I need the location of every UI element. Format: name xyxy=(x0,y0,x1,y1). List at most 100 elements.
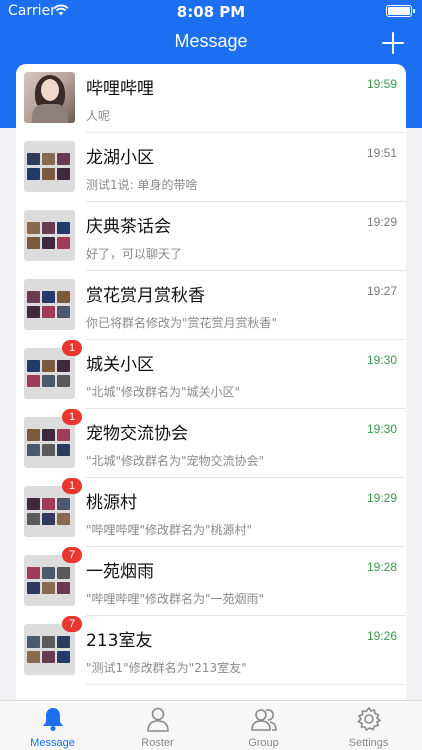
avatar-tile xyxy=(27,498,40,510)
last-message: 测试1说: 单身的带啥 xyxy=(86,178,198,192)
avatar-grid xyxy=(27,283,72,326)
avatar-tile xyxy=(57,306,70,318)
unread-badge: 7 xyxy=(62,616,82,632)
avatar-tile xyxy=(57,168,70,180)
avatar-tile xyxy=(42,360,55,372)
avatar-tile xyxy=(27,222,40,234)
avatar-grid xyxy=(27,421,72,464)
avatar-tile xyxy=(42,567,55,579)
tab-label: Message xyxy=(30,737,75,749)
avatar-tile xyxy=(27,168,40,180)
avatar-tile xyxy=(42,429,55,441)
avatar-tile xyxy=(57,222,70,234)
conversation-name: 一苑烟雨 xyxy=(86,562,154,582)
avatar-tile xyxy=(42,222,55,234)
unread-badge: 1 xyxy=(62,478,82,494)
group-avatar xyxy=(24,210,75,261)
avatar-grid xyxy=(27,145,72,188)
avatar-tile xyxy=(57,237,70,249)
tab-settings[interactable]: Settings xyxy=(316,701,421,750)
last-message: 人呢 xyxy=(86,109,111,123)
avatar-tile xyxy=(57,513,70,525)
avatar-tile xyxy=(57,429,70,441)
avatar-tile xyxy=(27,375,40,387)
unread-badge: 1 xyxy=(62,340,82,356)
conversation-row[interactable]: 1 桃源村 "哔哩哔哩"修改群名为"桃源村" 19:29 xyxy=(16,478,406,547)
unread-badge: 7 xyxy=(62,547,82,563)
conversation-name: 213室友 xyxy=(86,631,153,651)
tab-bar: Message Roster Group Settings xyxy=(0,700,422,750)
avatar-tile xyxy=(57,651,70,663)
add-icon[interactable] xyxy=(382,32,404,54)
conversation-name: 桃源村 xyxy=(86,493,137,513)
avatar-tile xyxy=(27,153,40,165)
avatar-grid xyxy=(27,352,72,395)
last-message: 你已将群名修改为"赏花赏月赏秋香" xyxy=(86,316,278,330)
avatar-tile xyxy=(27,444,40,456)
conversation-row[interactable]: 庆典茶话会 好了，可以聊天了 19:29 xyxy=(16,202,406,271)
user-avatar xyxy=(24,72,75,123)
avatar-tile xyxy=(57,582,70,594)
tab-message[interactable]: Message xyxy=(0,701,105,750)
avatar-tile xyxy=(42,237,55,249)
conversation-row[interactable]: 1 城关小区 "北城"修改群名为"城关小区" 19:30 xyxy=(16,340,406,409)
avatar-tile xyxy=(42,636,55,648)
conversation-name: 赏花赏月赏秋香 xyxy=(86,286,205,306)
conversation-name: 龙湖小区 xyxy=(86,148,154,168)
avatar-grid xyxy=(27,214,72,257)
avatar-tile xyxy=(42,306,55,318)
message-time: 19:51 xyxy=(366,146,397,160)
last-message: "测试1"修改群名为"213室友" xyxy=(86,661,247,675)
avatar-tile xyxy=(27,360,40,372)
avatar-tile xyxy=(27,513,40,525)
person-icon xyxy=(147,707,169,732)
tab-roster[interactable]: Roster xyxy=(105,701,210,750)
message-time: 19:30 xyxy=(366,353,397,367)
avatar-tile xyxy=(42,375,55,387)
avatar-tile xyxy=(57,375,70,387)
avatar-body xyxy=(32,104,68,123)
last-message: 好了，可以聊天了 xyxy=(86,247,183,261)
group-avatar xyxy=(24,279,75,330)
avatar-tile xyxy=(57,498,70,510)
avatar-tile xyxy=(42,651,55,663)
avatar-tile xyxy=(57,360,70,372)
conversation-row[interactable]: 龙湖小区测试1说: 单身的带啥 19:51 xyxy=(16,133,406,202)
conversation-row[interactable]: 1 宠物交流协会 "北城"修改群名为"宠物交流协会" 19:30 xyxy=(16,409,406,478)
tab-group[interactable]: Group xyxy=(211,701,316,750)
message-time: 19:59 xyxy=(366,77,397,91)
conversation-row[interactable]: 哔哩哔哩人呢 19:59 xyxy=(16,64,406,133)
avatar-tile xyxy=(27,651,40,663)
avatar-tile xyxy=(27,582,40,594)
avatar-grid xyxy=(27,559,72,602)
avatar-tile xyxy=(42,513,55,525)
avatar-tile xyxy=(57,444,70,456)
avatar-tile xyxy=(42,498,55,510)
conversation-row[interactable]: 赏花赏月赏秋香 你已将群名修改为"赏花赏月赏秋香" 19:27 xyxy=(16,271,406,340)
clock: 8:08 PM xyxy=(176,3,246,21)
last-message: "哔哩哔哩"修改群名为"一苑烟雨" xyxy=(86,592,265,606)
avatar-tile xyxy=(27,237,40,249)
last-message: "哔哩哔哩"修改群名为"桃源村" xyxy=(86,523,253,537)
conversation-name: 庆典茶话会 xyxy=(86,217,171,237)
group-avatar: 1 xyxy=(24,409,82,468)
bell-icon xyxy=(43,708,63,731)
avatar-grid xyxy=(27,628,72,671)
last-message: "北城"修改群名为"城关小区" xyxy=(86,385,241,399)
group-avatar: 7 xyxy=(24,616,82,675)
page-title: Message xyxy=(174,31,248,51)
group-avatar: 1 xyxy=(24,478,82,537)
gear-icon xyxy=(357,706,382,732)
group-icon xyxy=(251,709,277,731)
conversation-name: 哔哩哔哩 xyxy=(86,79,154,99)
message-time: 19:26 xyxy=(366,629,397,643)
avatar-tile xyxy=(57,153,70,165)
group-avatar: 7 xyxy=(24,547,82,606)
group-avatar: 1 xyxy=(24,340,82,399)
conversation-row[interactable]: 7 213室友 "测试1"修改群名为"213室友" 19:26 xyxy=(16,616,406,685)
conversation-row[interactable]: 7 一苑烟雨 "哔哩哔哩"修改群名为"一苑烟雨" 19:28 xyxy=(16,547,406,616)
battery-icon xyxy=(386,5,415,17)
tab-label: Settings xyxy=(348,737,389,749)
conversation-list: 哔哩哔哩人呢 19:59 龙湖小区测试1说: 单身的带啥 19:51 庆典茶话会好了，可… xyxy=(16,64,406,700)
status-bar: Carrier 8:08 PM xyxy=(0,0,422,24)
